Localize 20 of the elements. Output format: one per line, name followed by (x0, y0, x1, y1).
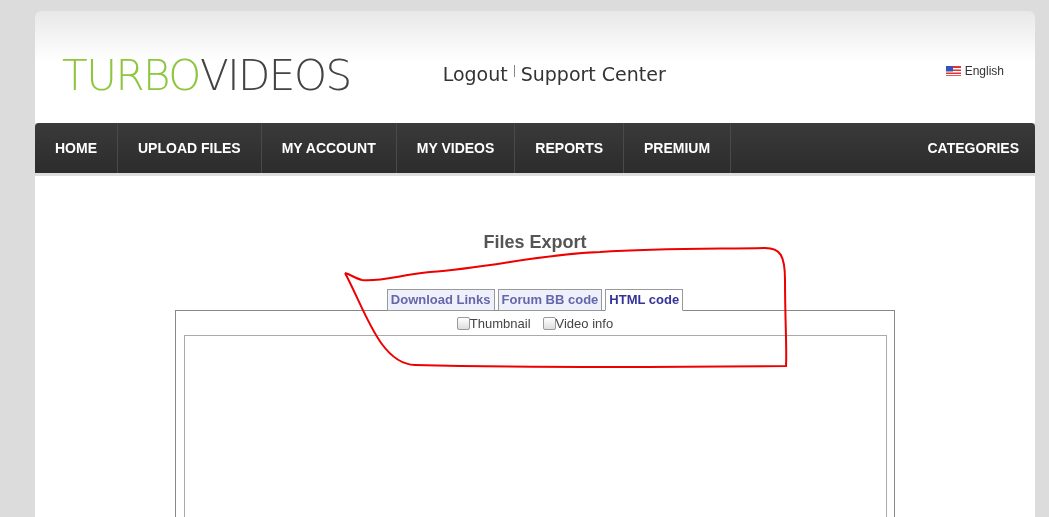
nav-item[interactable]: REPORTS (515, 123, 625, 173)
checkbox-label: Video info (555, 316, 614, 331)
page-title: Files Export (483, 232, 587, 252)
nav-item[interactable]: HOME (35, 123, 118, 173)
nav-item[interactable]: MY VIDEOS (396, 123, 516, 173)
nav-item[interactable]: UPLOAD FILES (118, 123, 262, 173)
nav-item[interactable]: CATEGORIES (907, 123, 1035, 173)
tab[interactable]: HTML code (605, 289, 684, 311)
checkbox[interactable] (456, 317, 470, 330)
header-link[interactable]: Support Center (520, 63, 666, 85)
tab[interactable]: Forum BB code (497, 289, 603, 311)
checkbox[interactable] (542, 317, 556, 330)
logo[interactable]: TURBOVIDEOS (62, 50, 351, 100)
nav-item[interactable]: MY ACCOUNT (261, 123, 397, 173)
tab[interactable]: Download Links (386, 289, 495, 311)
header-link[interactable]: Logout (442, 63, 508, 85)
language-link[interactable]: English (964, 64, 1004, 78)
checkbox-label: Thumbnail (469, 316, 531, 331)
flag-icon (945, 66, 961, 76)
nav-item[interactable]: PREMIUM (624, 123, 732, 173)
